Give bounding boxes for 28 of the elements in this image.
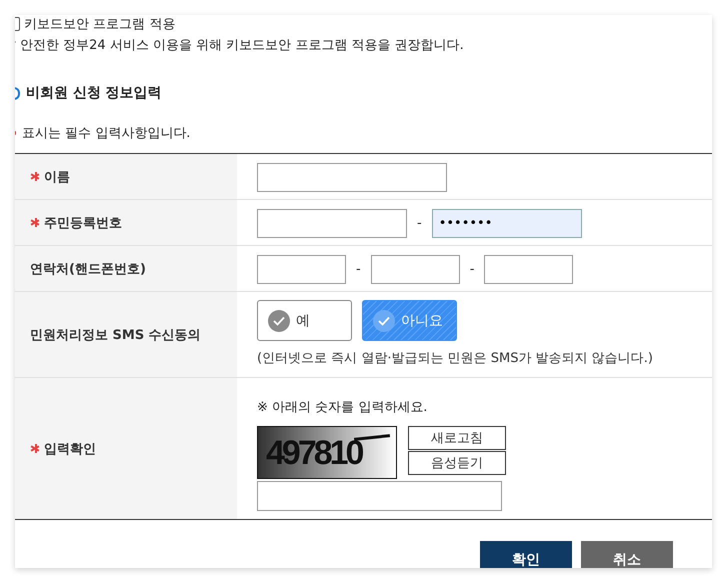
radio-option[interactable]: 예 (257, 300, 352, 341)
captcha-button[interactable]: 새로고침 (408, 426, 506, 450)
input-field[interactable]: ••••••• (432, 209, 582, 238)
field-label: 민원처리정보 SMS 수신동의 (30, 326, 201, 344)
dash-separator: - (356, 262, 361, 277)
field-label: 입력확인 (44, 440, 96, 458)
confirm-button[interactable]: 확인 (480, 541, 572, 568)
input-field[interactable] (257, 481, 502, 511)
input-field[interactable] (257, 163, 447, 192)
dash-separator: - (470, 262, 474, 277)
field-label: 주민등록번호 (44, 214, 122, 232)
section-title: 비회원 신청 정보입력 (26, 84, 162, 102)
instruction-text: ※ 아래의 숫자를 입력하세요. (257, 399, 428, 416)
input-field[interactable] (257, 255, 346, 284)
input-field[interactable] (370, 255, 460, 284)
helper-text: (인터넷으로 즉시 열람·발급되는 민원은 SMS가 발송되지 않습니다.) (257, 350, 653, 367)
field-label: 연락처(핸드폰번호) (30, 260, 146, 278)
input-field[interactable] (484, 255, 574, 284)
dash-separator: - (417, 216, 422, 231)
captcha-button[interactable]: 음성듣기 (408, 451, 506, 475)
notice-text: 안전한 정부24 서비스 이용을 위해 키보드보안 프로그램 적용을 권장합니다. (20, 37, 464, 54)
checkbox-label: 키보드보안 프로그램 적용 (24, 16, 176, 33)
field-label: 이름 (44, 168, 70, 186)
check-icon (268, 310, 290, 332)
cancel-button[interactable]: 취소 (581, 541, 673, 568)
input-field[interactable] (257, 209, 407, 238)
check-icon (373, 310, 395, 332)
required-note: 표시는 필수 입력사항입니다. (22, 125, 190, 142)
